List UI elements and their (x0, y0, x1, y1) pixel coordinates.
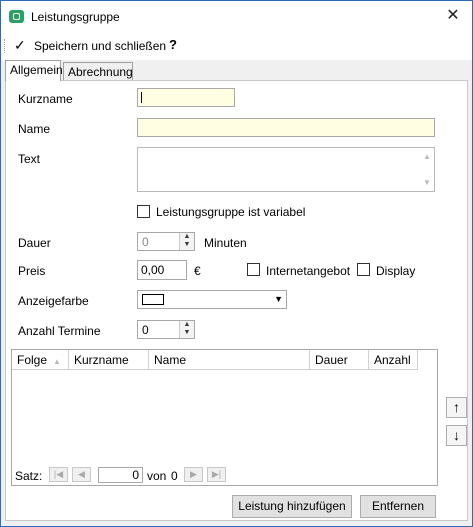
record-navigator: Satz: |◀ ◀ 0 von 0 ▶ ▶| (12, 465, 437, 485)
variabel-checkbox[interactable] (137, 205, 150, 218)
help-icon[interactable]: ? (169, 37, 177, 52)
first-record-button[interactable]: |◀ (49, 467, 68, 482)
text-textarea[interactable]: ▲ ▼ (137, 147, 435, 192)
anzahl-spin-buttons[interactable]: ▲ ▼ (179, 321, 194, 338)
next-record-button[interactable]: ▶ (184, 467, 203, 482)
move-down-button[interactable]: ↓ (446, 425, 467, 446)
chevron-down-icon[interactable]: ▼ (274, 294, 283, 304)
toolbar: ✓ Speichern und schließen ? (1, 32, 472, 60)
app-icon (9, 10, 24, 23)
text-caret (141, 92, 142, 103)
last-record-button[interactable]: ▶| (207, 467, 226, 482)
tab-panel-allgemein: Kurzname Name Text ▲ ▼ Leistungsgruppe i… (5, 80, 468, 521)
internetangebot-label: Internetangebot (266, 264, 351, 278)
dauer-unit: Minuten (204, 236, 247, 250)
title-bar: Leistungsgruppe ✕ (1, 1, 472, 32)
dialog-window: Leistungsgruppe ✕ ✓ Speichern und schlie… (0, 0, 473, 527)
column-dauer[interactable]: Dauer (310, 350, 369, 370)
dauer-spin-buttons[interactable]: ▲ ▼ (179, 233, 194, 250)
dauer-stepper[interactable]: 0 ▲ ▼ (137, 232, 195, 251)
prev-record-button[interactable]: ◀ (72, 467, 91, 482)
tab-allgemein[interactable]: Allgemein (5, 60, 63, 81)
column-kurzname[interactable]: Kurzname (69, 350, 149, 370)
column-folge[interactable]: Folge ▲ (12, 350, 69, 370)
tab-abrechnung[interactable]: Abrechnung (63, 62, 133, 81)
record-total: 0 (171, 469, 178, 483)
anzahl-termine-stepper[interactable]: 0 ▲ ▼ (137, 320, 195, 339)
preis-label: Preis (18, 264, 46, 278)
scroll-down-icon[interactable]: ▼ (423, 178, 431, 187)
leistungen-grid[interactable]: Folge ▲ Kurzname Name Dauer Anzahl Satz: … (11, 349, 438, 486)
kurzname-label: Kurzname (18, 92, 73, 106)
preis-input[interactable]: 0,00 (137, 260, 187, 280)
internetangebot-checkbox[interactable] (247, 263, 260, 276)
satz-label: Satz: (15, 469, 43, 483)
grid-header: Folge ▲ Kurzname Name Dauer Anzahl (12, 350, 418, 370)
toolbar-grip (4, 39, 6, 53)
checkmark-icon[interactable]: ✓ (14, 37, 26, 54)
close-button[interactable]: ✕ (440, 5, 466, 27)
remove-button[interactable]: Entfernen (360, 495, 436, 518)
column-folge-label: Folge (17, 353, 48, 367)
sort-icon: ▲ (53, 357, 61, 366)
anzahl-termine-value: 0 (142, 323, 149, 337)
name-label: Name (18, 122, 51, 136)
display-label: Display (376, 264, 416, 278)
anzeigefarbe-select[interactable]: ▼ (137, 290, 287, 309)
text-label: Text (18, 152, 41, 166)
record-position-input[interactable]: 0 (98, 467, 143, 483)
scroll-up-icon[interactable]: ▲ (423, 152, 431, 161)
kurzname-input[interactable] (137, 88, 235, 107)
preis-currency: € (194, 264, 201, 278)
save-and-close-button[interactable]: Speichern und schließen (34, 39, 166, 53)
column-anzahl[interactable]: Anzahl (369, 350, 418, 370)
move-up-button[interactable]: ↑ (446, 397, 467, 418)
anzeigefarbe-label: Anzeigefarbe (18, 294, 89, 308)
color-swatch (142, 294, 164, 305)
dauer-label: Dauer (18, 236, 51, 250)
variabel-label: Leistungsgruppe ist variabel (156, 205, 306, 219)
von-label: von (147, 469, 167, 483)
textarea-scrollbar[interactable]: ▲ ▼ (420, 148, 434, 191)
name-input[interactable] (137, 118, 435, 137)
anzahl-termine-label: Anzahl Termine (18, 324, 101, 338)
dauer-value: 0 (142, 235, 149, 249)
display-checkbox[interactable] (357, 263, 370, 276)
window-title: Leistungsgruppe (31, 10, 120, 24)
column-name[interactable]: Name (149, 350, 310, 370)
add-leistung-button[interactable]: Leistung hinzufügen (232, 495, 352, 518)
